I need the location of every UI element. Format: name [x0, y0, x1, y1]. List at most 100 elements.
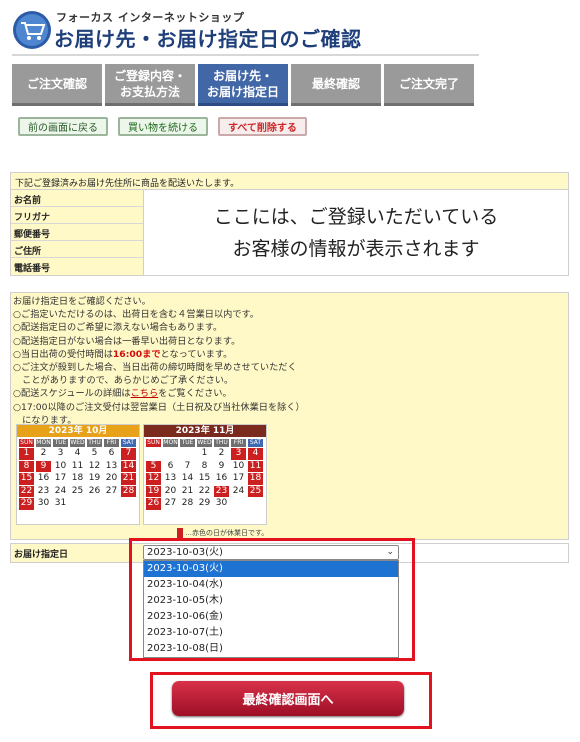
calendar-day: 14 — [121, 460, 136, 472]
calendar-day: 10 — [232, 460, 245, 471]
step-final-confirm: 最終確認 — [291, 64, 381, 106]
calendar-day: 28 — [121, 485, 136, 497]
calendar-day: 8 — [19, 460, 34, 472]
calendar-day: 15 — [19, 473, 34, 485]
label-name: お名前 — [11, 190, 143, 207]
label-address: ご住所 — [11, 241, 143, 258]
calendar-day: 4 — [248, 448, 263, 460]
calendar-day: 3 — [231, 448, 246, 460]
calendar-day: 23 — [37, 485, 50, 496]
calendar-blank — [146, 448, 161, 460]
calendar-day: 14 — [181, 473, 194, 483]
header-divider — [12, 54, 479, 56]
weekday-header: TUE — [53, 439, 68, 447]
calendar-day: 29 — [19, 498, 34, 510]
calendar-day: 27 — [105, 485, 118, 496]
calendar-day: 7 — [121, 448, 136, 460]
calendar-day: 4 — [74, 448, 81, 458]
checkout-steps: ご注文確認 ご登録内容・ お支払方法 お届け先・ お届け指定日 最終確認 ご注文完了 — [12, 64, 477, 106]
calendar-day: 6 — [167, 460, 174, 471]
calendar-november: 2023年 11月 SUN MON TUE WED THU FRI SAT 1 2 3 4 5 6 7 8 9… — [143, 424, 267, 525]
calendar-day: 15 — [198, 473, 211, 483]
weekday-header: SAT — [121, 439, 136, 447]
calendar-day: 30 — [215, 498, 228, 508]
calendar-day: 22 — [198, 485, 211, 496]
continue-shopping-button[interactable]: 買い物を続ける — [118, 117, 208, 136]
cart-logo-icon — [12, 10, 52, 50]
back-button[interactable]: 前の画面に戻る — [18, 117, 108, 136]
calendar-day: 8 — [201, 460, 208, 471]
customer-info-header: 下記ご登録済みお届け先住所に商品を配送いたします。 — [11, 173, 568, 190]
calendar-day: 10 — [54, 460, 67, 471]
weekday-header: THU — [87, 439, 102, 447]
page-title: お届け先・お届け指定日のご確認 — [54, 27, 362, 51]
calendar-day: 3 — [57, 448, 64, 458]
calendar-day: 6 — [108, 448, 115, 458]
delete-all-button[interactable]: すべて削除する — [218, 117, 307, 136]
calendar-day: 23 — [214, 485, 229, 497]
calendar-day: 16 — [215, 473, 228, 483]
weekday-header: FRI — [104, 439, 119, 447]
calendar-blank — [163, 448, 178, 460]
customer-info-placeholder: ここには、ご登録いただいている お客様の情報が表示されます — [143, 190, 568, 275]
calendar-day: 5 — [146, 460, 161, 472]
step-registration-payment: ご登録内容・ お支払方法 — [105, 64, 195, 106]
weekday-header: WED — [197, 439, 212, 447]
weekday-header: WED — [70, 439, 85, 447]
calendar-day: 17 — [54, 473, 67, 483]
calendar-day: 19 — [146, 485, 161, 497]
calendar-day: 27 — [164, 498, 177, 508]
calendar-grid: SUN MON TUE WED THU FRI SAT 1 2 3 4 5 6 7 8 9 10 11 12 13 14… — [17, 437, 139, 512]
calendar-day: 24 — [54, 485, 67, 496]
calendar-title: 2023年 10月 — [17, 425, 139, 437]
calendar-day: 22 — [19, 485, 34, 497]
calendar-day: 11 — [248, 460, 263, 472]
calendar-day: 30 — [37, 498, 50, 508]
holiday-swatch — [177, 528, 183, 538]
calendar-grid: SUN MON TUE WED THU FRI SAT 1 2 3 4 5 6 7 8 9 10 11 12 13 14… — [144, 437, 266, 512]
delivery-notes: お届け指定日をご確認ください。 ○ご指定いただけるのは、出荷日を含む４営業日以内… — [13, 296, 305, 426]
step-order-complete: ご注文完了 — [384, 64, 474, 106]
calendar-legend: …赤色の日が休業日です。 — [177, 528, 268, 538]
weekday-header: TUE — [180, 439, 195, 447]
calendar-day: 19 — [88, 473, 101, 483]
calendar-day: 20 — [105, 473, 118, 483]
calendar-day: 25 — [71, 485, 84, 496]
calendar-day: 17 — [232, 473, 245, 483]
calendar-day: 21 — [121, 473, 136, 485]
label-furigana: フリガナ — [11, 207, 143, 224]
delivery-date-label: お届け指定日 — [11, 544, 143, 562]
calendar-day: 9 — [36, 460, 51, 472]
cutoff-time: 16:00まで — [112, 348, 161, 360]
calendar-day: 2 — [40, 448, 47, 458]
calendar-day: 29 — [198, 498, 211, 508]
weekday-header: SUN — [19, 439, 34, 447]
calendar-day: 12 — [88, 460, 101, 471]
final-confirm-button[interactable]: 最終確認画面へ — [172, 681, 404, 716]
label-phone: 電話番号 — [11, 258, 143, 275]
calendar-day: 1 — [19, 448, 34, 460]
calendar-day: 12 — [146, 473, 161, 485]
step-delivery: お届け先・ お届け指定日 — [198, 64, 288, 106]
calendar-day: 26 — [146, 498, 161, 510]
calendar-day: 16 — [37, 473, 50, 483]
calendar-day: 24 — [232, 485, 245, 496]
calendar-title: 2023年 11月 — [144, 425, 266, 437]
calendar-day: 18 — [71, 473, 84, 483]
weekday-header: MON — [36, 439, 51, 447]
calendar-day: 13 — [105, 460, 118, 471]
label-postal-code: 郵便番号 — [11, 224, 143, 241]
calendar-day: 13 — [164, 473, 177, 483]
calendar-blank — [180, 448, 195, 460]
customer-info-table: 下記ご登録済みお届け先住所に商品を配送いたします。 お名前 フリガナ 郵便番号 … — [10, 172, 569, 276]
calendar-october: 2023年 10月 SUN MON TUE WED THU FRI SAT 1 2 3 4 5 6 7 8 9… — [16, 424, 140, 525]
action-buttons: 前の画面に戻る 買い物を続ける すべて削除する — [18, 117, 307, 136]
calendar-day: 21 — [181, 485, 194, 496]
schedule-link[interactable]: こちら — [131, 388, 159, 399]
weekday-header: THU — [214, 439, 229, 447]
step-order-confirm: ご注文確認 — [12, 64, 102, 106]
calendar-day: 7 — [184, 460, 191, 471]
calendar-day: 26 — [88, 485, 101, 496]
weekday-header: SUN — [146, 439, 161, 447]
calendar-day: 18 — [248, 473, 263, 485]
